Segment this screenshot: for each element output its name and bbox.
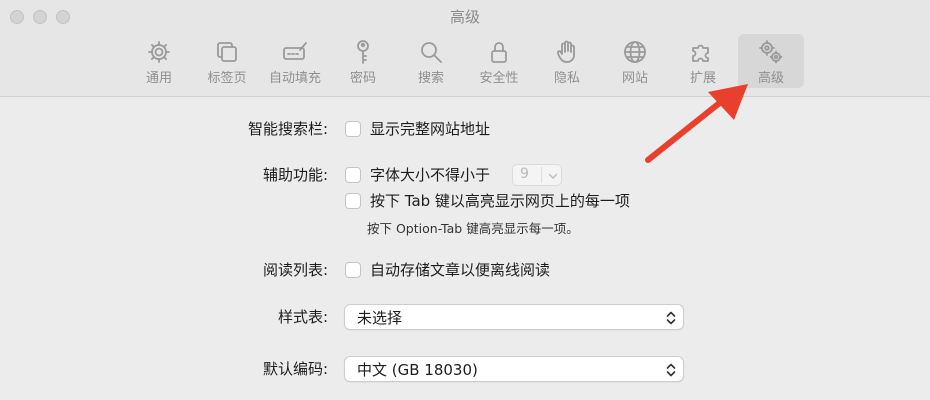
lock-icon (486, 39, 512, 65)
tab-privacy[interactable]: 隐私 (534, 34, 600, 88)
puzzle-icon (690, 39, 716, 65)
search-icon (418, 39, 444, 65)
accessibility-label: 辅助功能: (262, 166, 328, 184)
tab-label: 标签页 (207, 71, 247, 86)
tab-label: 安全性 (479, 71, 519, 86)
autofill-icon (282, 39, 308, 65)
tab-label: 通用 (145, 71, 172, 86)
show-full-address-text[interactable]: 显示完整网站地址 (370, 118, 490, 139)
font-size-value: 9 (520, 166, 529, 182)
default-encoding-select[interactable]: 中文 (GB 18030) (344, 356, 684, 382)
tab-label: 隐私 (553, 71, 580, 86)
offline-reading-checkbox[interactable] (345, 262, 361, 278)
tab-autofill[interactable]: 自动填充 (262, 34, 328, 88)
min-font-size-text[interactable]: 字体大小不得小于 (370, 164, 490, 185)
gears-icon (758, 39, 784, 65)
globe-icon (622, 39, 648, 65)
tab-label: 网站 (621, 71, 648, 86)
gear-icon (146, 39, 172, 65)
tab-label: 高级 (757, 71, 784, 86)
default-encoding-value: 中文 (GB 18030) (357, 361, 478, 379)
default-encoding-label: 默认编码: (262, 360, 328, 378)
toolbar: 高级 通用 标签页 自动填充 密码 搜索 安全性 隐私 网站 扩展 高级 (0, 0, 930, 97)
up-down-chevron-icon (665, 310, 677, 326)
window-title: 高级 (449, 8, 480, 26)
show-full-address-checkbox[interactable] (345, 121, 361, 137)
style-sheet-select[interactable]: 未选择 (344, 304, 684, 330)
tab-passwords[interactable]: 密码 (330, 34, 396, 88)
tab-label: 扩展 (689, 71, 716, 86)
min-font-size-select[interactable]: 9 (512, 164, 562, 186)
tab-label: 自动填充 (268, 71, 321, 86)
tab-tabs[interactable]: 标签页 (194, 34, 260, 88)
tab-label: 搜索 (417, 71, 444, 86)
hand-icon (554, 39, 580, 65)
style-sheet-value: 未选择 (357, 309, 403, 327)
tabs-icon (214, 39, 240, 65)
tab-search[interactable]: 搜索 (398, 34, 464, 88)
select-divider (541, 167, 542, 183)
style-sheet-label: 样式表: (277, 308, 328, 326)
reading-list-label: 阅读列表: (262, 261, 328, 279)
smart-search-label: 智能搜索栏: (247, 120, 328, 138)
tab-highlight-text[interactable]: 按下 Tab 键以高亮显示网页上的每一项 (370, 190, 630, 211)
safari-preferences-window: 高级 通用 标签页 自动填充 密码 搜索 安全性 隐私 网站 扩展 高级 智能搜… (0, 0, 930, 400)
tab-highlight-note: 按下 Option-Tab 键高亮显示每一项。 (367, 221, 579, 236)
tab-extensions[interactable]: 扩展 (670, 34, 736, 88)
up-down-chevron-icon (665, 362, 677, 378)
tab-security[interactable]: 安全性 (466, 34, 532, 88)
key-icon (350, 39, 376, 65)
tab-label: 密码 (349, 71, 376, 86)
offline-reading-text[interactable]: 自动存储文章以便离线阅读 (370, 259, 550, 280)
tab-advanced[interactable]: 高级 (738, 34, 804, 88)
tab-websites[interactable]: 网站 (602, 34, 668, 88)
chevron-down-icon (546, 168, 560, 182)
min-font-size-checkbox[interactable] (345, 167, 361, 183)
tab-general[interactable]: 通用 (126, 34, 192, 88)
tab-highlight-checkbox[interactable] (345, 193, 361, 209)
